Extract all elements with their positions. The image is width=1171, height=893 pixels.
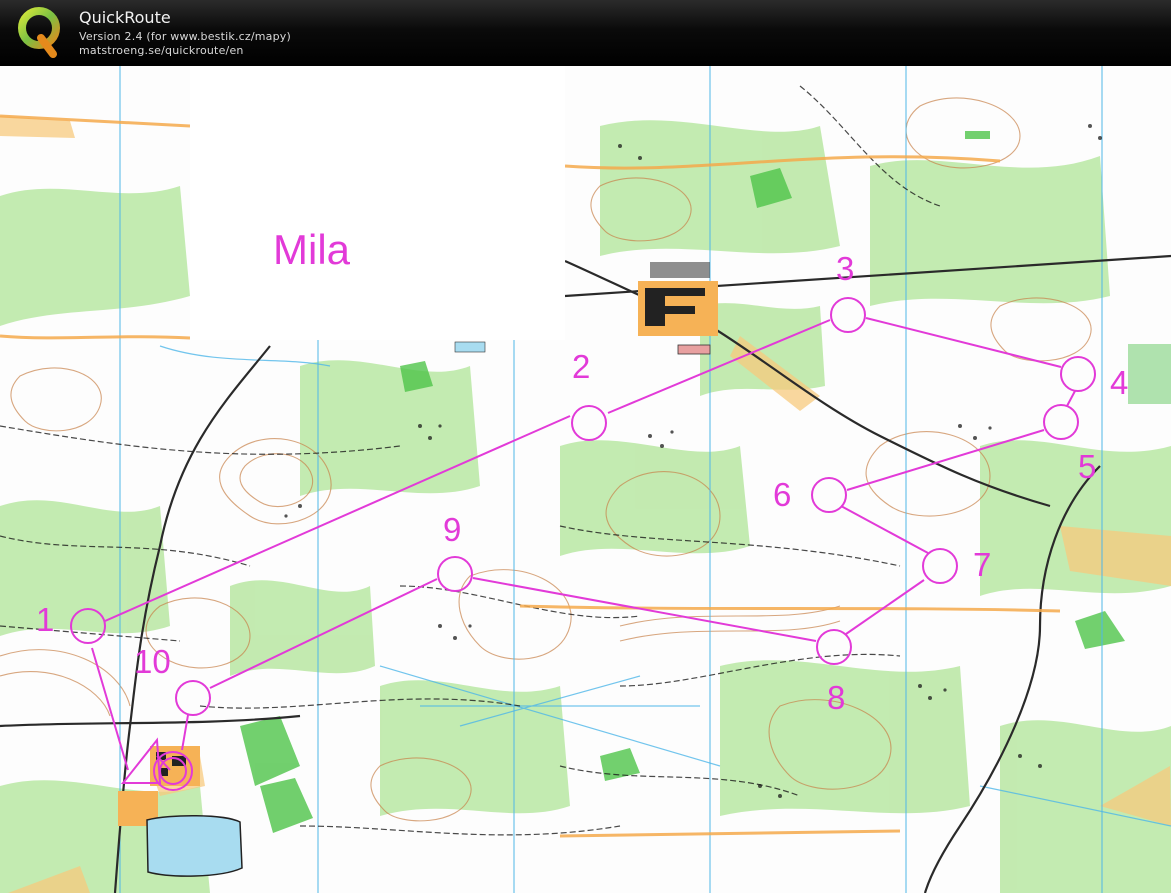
title-bar: QuickRoute Version 2.4 (for www.bestik.c… [0,0,1171,66]
control-number-3: 3 [836,250,854,287]
map-title-panel [190,66,565,340]
control-number-5: 5 [1078,448,1096,485]
control-number-4: 4 [1110,364,1128,401]
control-number-6: 6 [773,476,791,513]
control-number-9: 9 [443,511,461,548]
lake [146,815,243,877]
map-label: Mila [273,226,351,273]
map-canvas[interactable]: 1 2 3 4 5 6 7 8 9 10 [0,66,1171,893]
control-number-8: 8 [827,679,845,716]
orienteering-map[interactable]: 1 2 3 4 5 6 7 8 9 10 Mila [0,66,1171,893]
control-number-2: 2 [572,348,590,385]
pond [454,341,486,353]
control-number-10: 10 [134,643,171,680]
app-title: QuickRoute [79,8,171,27]
app-version: Version 2.4 (for www.bestik.cz/mapy) [79,30,292,43]
forest-edge-east [1128,344,1171,404]
control-number-7: 7 [973,546,991,583]
quickroute-logo-icon [18,7,60,58]
app-url: matstroeng.se/quickroute/en [79,44,244,57]
control-number-1: 1 [36,601,54,638]
